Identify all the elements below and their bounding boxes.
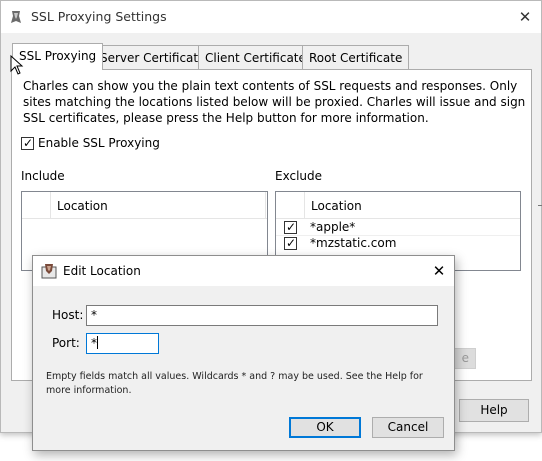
text-caret: [97, 336, 98, 349]
dialog-app-icon: [41, 264, 57, 279]
enable-ssl-checkbox[interactable]: ✓: [21, 136, 34, 150]
table-header: Location: [22, 192, 267, 219]
row-enabled-checkbox[interactable]: ✓: [284, 220, 297, 234]
include-label: Include: [21, 169, 65, 183]
tab-ssl-proxying[interactable]: SSL Proxying: [12, 43, 104, 70]
table-header: Location: [276, 192, 520, 219]
tab-root-certificate[interactable]: Root Certificate: [302, 45, 410, 69]
description-text: Charles can show you the plain text cont…: [23, 79, 526, 125]
checkmark-icon: ✓: [23, 136, 34, 150]
column-divider: [265, 192, 266, 219]
location-cell: *apple*: [310, 220, 356, 234]
hint-text: Empty fields match all values. Wildcards…: [46, 371, 423, 396]
checkmark-icon: ✓: [286, 236, 297, 250]
enable-ssl-label: Enable SSL Proxying: [38, 136, 160, 150]
help-button[interactable]: Help: [459, 399, 529, 422]
location-column-header[interactable]: Location: [57, 199, 108, 213]
charles-app-icon: [11, 11, 21, 23]
background-window-edge: [538, 205, 542, 206]
checkmark-icon: ✓: [286, 220, 297, 234]
ok-button[interactable]: OK: [289, 417, 361, 438]
dialog-title: Edit Location: [63, 264, 141, 278]
mouse-cursor-icon: [10, 55, 24, 75]
dialog-title-bar: Edit Location ✕: [33, 256, 454, 286]
row-enabled-checkbox[interactable]: ✓: [284, 236, 297, 250]
close-icon[interactable]: ✕: [429, 261, 449, 281]
table-row[interactable]: ✓ *apple*: [276, 220, 520, 236]
host-input[interactable]: *: [86, 305, 438, 326]
edit-location-dialog: Edit Location ✕ Host: * Port: * Empty fi…: [32, 255, 455, 451]
exclude-label: Exclude: [275, 169, 323, 183]
title-bar: SSL Proxying Settings ✕: [1, 1, 541, 33]
cancel-button[interactable]: Cancel: [372, 417, 444, 438]
port-label: Port:: [52, 336, 80, 350]
table-row[interactable]: ✓ *mzstatic.com: [276, 236, 520, 252]
location-column-header[interactable]: Location: [311, 199, 362, 213]
location-cell: *mzstatic.com: [310, 236, 397, 250]
tab-client-certificates[interactable]: Client Certificates: [198, 45, 320, 69]
host-label: Host:: [52, 308, 84, 322]
column-divider: [50, 192, 51, 219]
close-icon[interactable]: ✕: [515, 7, 535, 27]
window-title: SSL Proxying Settings: [31, 9, 167, 24]
column-divider: [304, 192, 305, 219]
port-input[interactable]: *: [86, 333, 159, 354]
